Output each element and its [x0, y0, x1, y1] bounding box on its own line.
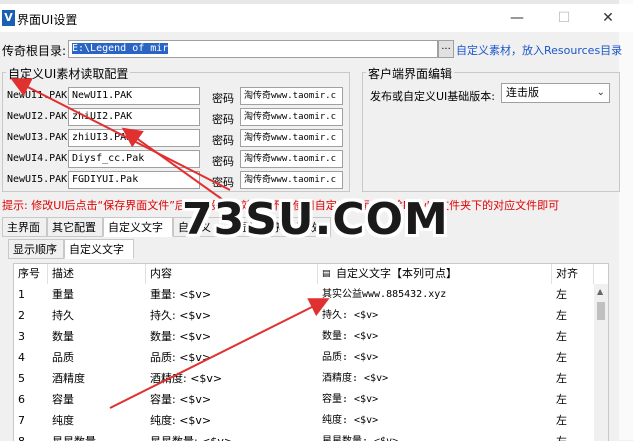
- watermark-logo: 73SU.COM: [182, 194, 449, 245]
- arrow-line-1: [10, 78, 231, 191]
- arrow-line-3: [109, 298, 330, 409]
